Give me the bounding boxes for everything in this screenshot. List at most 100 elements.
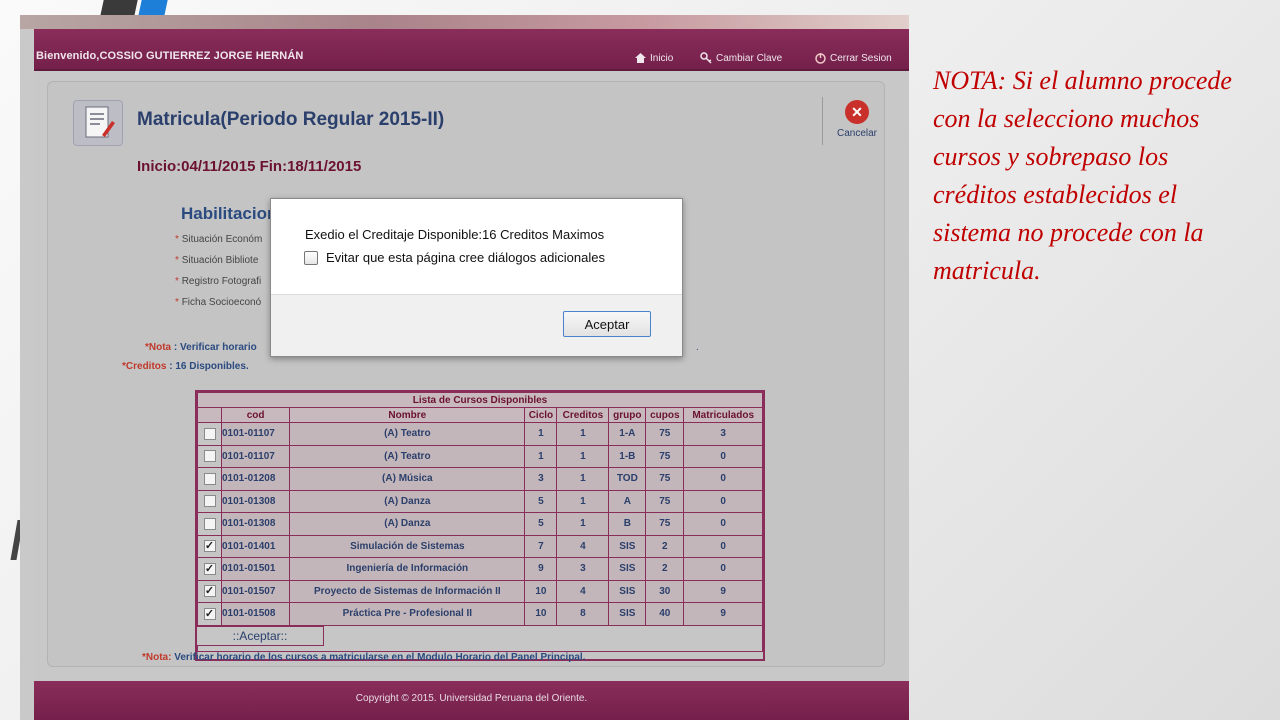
cell-ciclo: 7 (524, 534, 558, 558)
course-checkbox[interactable]: ✓ (203, 607, 216, 620)
cell-cod: 0101-01308 (220, 489, 291, 513)
course-checkbox[interactable] (203, 472, 216, 485)
close-icon: ✕ (845, 100, 869, 124)
browser-top-strip (20, 15, 909, 29)
course-checkbox[interactable] (203, 427, 216, 440)
row-select-cell (197, 467, 222, 491)
cell-ciclo: 5 (524, 489, 558, 513)
courses-table: Lista de Cursos Disponibles cod Nombre C… (195, 390, 765, 661)
habilitacion-item: * Ficha Socioeconó (175, 297, 262, 308)
cell-ciclo: 1 (524, 444, 558, 468)
page-title: Matricula(Periodo Regular 2015-II) (137, 109, 445, 130)
cell-cod: 0101-01508 (220, 602, 291, 626)
course-checkbox[interactable] (203, 517, 216, 530)
footer: Copyright © 2015. Universidad Peruana de… (34, 681, 909, 720)
cell-nombre: (A) Danza (289, 489, 526, 513)
cell-creditos: 1 (556, 512, 610, 536)
cell-grupo: B (608, 512, 647, 536)
suppress-dialogs-label: Evitar que esta página cree diálogos adi… (326, 250, 605, 265)
cell-grupo: TOD (608, 467, 647, 491)
cancel-button[interactable]: ✕ Cancelar (829, 100, 885, 142)
cell-ciclo: 10 (524, 579, 558, 603)
cell-grupo: 1-A (608, 422, 647, 446)
bottom-note: *Nota: Verificar horario de los cursos a… (142, 652, 586, 663)
power-icon (815, 53, 826, 64)
cell-grupo: SIS (608, 579, 647, 603)
cell-matriculados: 0 (683, 534, 763, 558)
schedule-note-end: . (696, 342, 699, 353)
nav-inicio-label: Inicio (650, 52, 674, 64)
habilitacion-item: * Situación Económ (175, 234, 263, 245)
cell-creditos: 3 (556, 557, 610, 581)
document-edit-icon (73, 100, 123, 146)
accept-link[interactable]: ::Aceptar:: (196, 626, 324, 646)
course-checkbox[interactable] (203, 495, 216, 508)
cell-grupo: SIS (608, 557, 647, 581)
cell-grupo: SIS (608, 602, 647, 626)
course-checkbox[interactable]: ✓ (203, 562, 216, 575)
cell-grupo: A (608, 489, 647, 513)
table-row: 0101-01107 (A) Teatro 1 1 1-A 75 3 (197, 422, 763, 446)
cell-ciclo: 9 (524, 557, 558, 581)
cell-matriculados: 0 (683, 557, 763, 581)
app-screenshot: Bienvenido,COSSIO GUTIERREZ JORGE HERNÁN… (20, 15, 909, 720)
home-icon (635, 53, 646, 63)
cell-ciclo: 1 (524, 422, 558, 446)
cell-grupo: SIS (608, 534, 647, 558)
cell-cupos: 75 (645, 444, 685, 468)
row-select-cell (197, 444, 222, 468)
header-select (197, 407, 222, 423)
cell-matriculados: 0 (683, 512, 763, 536)
key-icon (700, 52, 712, 64)
header-matriculados: Matriculados (683, 407, 763, 423)
cell-ciclo: 3 (524, 467, 558, 491)
slide-decoration-blue (138, 0, 168, 16)
slide-decoration-dark (100, 0, 138, 16)
header-ciclo: Ciclo (524, 407, 558, 423)
toolbar-divider (822, 97, 823, 145)
habilitacion-item: * Registro Fotografi (175, 276, 262, 287)
nav-inicio[interactable]: Inicio (634, 52, 673, 64)
dialog-ok-button[interactable]: Aceptar (563, 311, 651, 337)
course-checkbox[interactable]: ✓ (203, 585, 216, 598)
table-row: ✓ 0101-01501 Ingeniería de Información 9 3 SI… (197, 557, 763, 581)
row-select-cell (197, 422, 222, 446)
cell-nombre: Proyecto de Sistemas de Información II (289, 579, 526, 603)
row-select-cell (197, 489, 222, 513)
cell-cod: 0101-01501 (220, 557, 291, 581)
nav-cerrar-sesion[interactable]: Cerrar Sesion (814, 52, 892, 64)
enrollment-dates: Inicio:04/11/2015 Fin:18/11/2015 (137, 158, 362, 175)
cell-ciclo: 5 (524, 512, 558, 536)
row-select-cell: ✓ (197, 579, 222, 603)
row-select-cell: ✓ (197, 557, 222, 581)
cell-cupos: 30 (645, 579, 685, 603)
cell-matriculados: 9 (683, 602, 763, 626)
nav-cambiar-clave-label: Cambiar Clave (716, 52, 783, 64)
header-creditos: Creditos (556, 407, 610, 423)
cell-matriculados: 0 (683, 444, 763, 468)
course-checkbox[interactable]: ✓ (203, 540, 216, 553)
welcome-text: Bienvenido,COSSIO GUTIERREZ JORGE HERNÁN (36, 50, 304, 62)
table-header-row: cod Nombre Ciclo Creditos grupo cupos Ma… (197, 407, 763, 423)
cell-ciclo: 10 (524, 602, 558, 626)
nav-cambiar-clave[interactable]: Cambiar Clave (700, 52, 782, 64)
header-cod: cod (220, 407, 291, 423)
cell-cod: 0101-01507 (220, 579, 291, 603)
course-checkbox[interactable] (203, 450, 216, 463)
cell-nombre: (A) Danza (289, 512, 526, 536)
slide-note: NOTA: Si el alumno procede con la selecc… (933, 66, 1232, 285)
dialog-message: Exedio el Creditaje Disponible:16 Credit… (305, 227, 605, 242)
cell-cupos: 75 (645, 489, 685, 513)
suppress-dialogs-option[interactable]: Evitar que esta página cree diálogos adi… (304, 250, 605, 265)
header-cupos: cupos (645, 407, 685, 423)
row-select-cell: ✓ (197, 534, 222, 558)
cell-creditos: 1 (556, 467, 610, 491)
cancel-label: Cancelar (836, 128, 878, 139)
cell-nombre: (A) Teatro (289, 444, 526, 468)
table-row: ✓ 0101-01401 Simulación de Sistemas 7 4 SIS 2 0 (197, 534, 763, 558)
suppress-dialogs-checkbox[interactable] (304, 250, 318, 265)
cell-nombre: Ingeniería de Información (289, 557, 526, 581)
header-grupo: grupo (608, 407, 647, 423)
cell-creditos: 8 (556, 602, 610, 626)
dialog-button-bar: Aceptar (271, 294, 682, 356)
